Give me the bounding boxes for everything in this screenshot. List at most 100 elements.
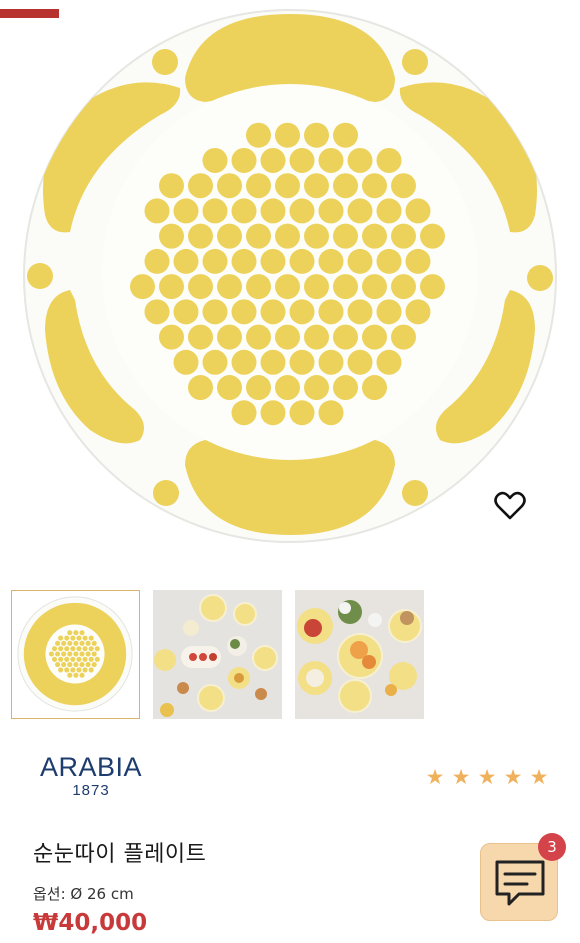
plate-dot (246, 122, 271, 148)
plate-dot (82, 646, 88, 652)
plate-dot (420, 223, 445, 249)
plate-dot (217, 223, 242, 249)
plate-dot (347, 248, 373, 274)
plate-dot (304, 274, 329, 300)
plate-dot (376, 248, 402, 274)
plate-dot (73, 651, 79, 657)
plate-dot (88, 646, 94, 652)
plate-dot (275, 375, 300, 401)
plate-dot (289, 147, 315, 173)
plate-dot (130, 274, 155, 300)
plate-dot (391, 324, 416, 350)
plate-dot (58, 646, 64, 652)
plate-dot (333, 122, 358, 148)
plate-dot (79, 672, 85, 678)
plate-dot (173, 349, 199, 375)
plate-dot (91, 662, 97, 668)
plate-dot (275, 274, 300, 300)
plate-dot (82, 667, 88, 673)
plate-dot (48, 651, 55, 657)
plate-dot (231, 198, 257, 224)
plate-dot (91, 651, 97, 657)
plate-dot (202, 349, 228, 375)
star-icon: ★ (477, 765, 497, 789)
plate-dot (362, 274, 387, 300)
plate-dot (260, 147, 286, 173)
plate-dot (376, 147, 402, 173)
thumbnail-2-image (153, 590, 282, 719)
plate-dot (231, 147, 257, 173)
plate-dot (173, 248, 199, 274)
chat-bubble-icon (495, 860, 545, 906)
plate-dot (275, 324, 300, 350)
plate-dot (289, 349, 315, 375)
plate-dot (173, 198, 199, 224)
plate-dot (82, 656, 88, 662)
rating-stars: ★ ★ ★ ★ ★ (423, 766, 551, 788)
thumbnail-3[interactable] (295, 590, 424, 719)
star-icon: ★ (451, 765, 471, 789)
plate-dot (420, 274, 445, 300)
plate-dot (61, 651, 67, 657)
plate-dot (88, 667, 94, 673)
plate-dot (159, 223, 184, 249)
plate-dot (73, 630, 79, 636)
plate-dot (289, 248, 315, 274)
plate-dot (76, 656, 82, 662)
brand-year: 1873 (72, 782, 110, 799)
plate-dot (304, 375, 329, 401)
brand-name: ARABIA (39, 752, 143, 782)
plate-dot (333, 324, 358, 350)
plate-dot (405, 248, 431, 274)
plate-dot (51, 656, 58, 662)
thumbnail-3-image (295, 590, 424, 719)
plate-dot (347, 147, 373, 173)
plate-dot (260, 400, 286, 426)
plate-dot (362, 375, 387, 401)
plate-dot (70, 667, 76, 673)
plate-dot (289, 400, 315, 426)
plate-dot (318, 299, 344, 325)
gallery-thumbnails (11, 590, 424, 719)
thumbnail-1[interactable] (11, 590, 140, 719)
plate-dot (260, 248, 286, 274)
plate-dot (73, 672, 79, 678)
plate-dot (275, 223, 300, 249)
plate-dot (391, 274, 416, 300)
plate-dot (246, 324, 271, 350)
plate-dot (275, 173, 300, 199)
plate-dot (159, 324, 184, 350)
plate-dot (58, 635, 64, 641)
plate-dot (246, 375, 271, 401)
plate-dot (304, 324, 329, 350)
star-icon: ★ (425, 765, 445, 789)
plate-dot (217, 324, 242, 350)
plate-dot (217, 375, 242, 401)
plate-dot (94, 656, 100, 662)
plate-dot (144, 248, 170, 274)
plate-dot (217, 274, 242, 300)
plate-dot (159, 274, 184, 300)
thumbnail-2[interactable] (153, 590, 282, 719)
heart-outline-icon[interactable] (492, 488, 528, 524)
plate-dot (85, 640, 91, 646)
plate-dot (347, 299, 373, 325)
plate-dot (82, 635, 88, 641)
plate-dot (67, 662, 73, 668)
brand-logo[interactable]: ARABIA 1873 (33, 752, 149, 800)
plate-dot (144, 198, 170, 224)
plate-dot (376, 299, 402, 325)
star-icon: ★ (529, 765, 549, 789)
plate-dot (61, 640, 67, 646)
product-title: 순눈따이 플레이트 (33, 842, 207, 867)
plate-dot (289, 198, 315, 224)
plate-dot (362, 324, 387, 350)
plate-dot (405, 198, 431, 224)
plate-dot (231, 349, 257, 375)
plate-dot (58, 656, 64, 662)
plate-dot (362, 173, 387, 199)
plate-dot (79, 640, 85, 646)
plate-dot (347, 198, 373, 224)
plate-dot (318, 400, 344, 426)
plate-dot (55, 640, 61, 646)
